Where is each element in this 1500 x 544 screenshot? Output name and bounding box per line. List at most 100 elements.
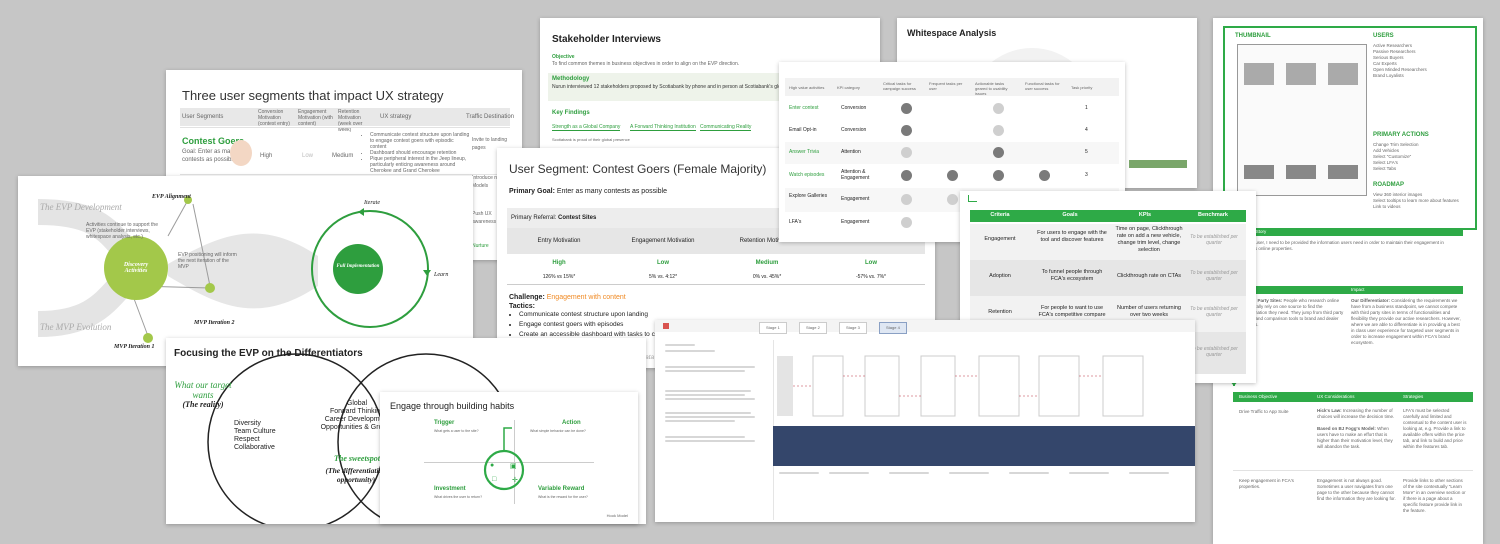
col-header: Conversion Motivation (contest entry) bbox=[258, 109, 290, 127]
strategy-list: Communicate contest structure upon landi… bbox=[362, 132, 470, 174]
third-party-text: Third Party Sites: People who research o… bbox=[1245, 298, 1345, 328]
col-header: Actionable tasks geared to usability iss… bbox=[975, 81, 1008, 96]
col-header: Entry Motivation bbox=[537, 238, 581, 244]
tab-stage: Stage 4 bbox=[879, 322, 907, 334]
activity-name: Explore Galleries bbox=[789, 193, 828, 199]
col-header: KPI category bbox=[837, 85, 860, 90]
challenge-label: Challenge: bbox=[509, 294, 545, 301]
users-label: USERS bbox=[1373, 33, 1394, 39]
priority-dot bbox=[947, 170, 958, 181]
hook-model-label: Hook Model bbox=[606, 513, 628, 518]
col-header: Goals bbox=[1030, 212, 1110, 218]
priority-dot bbox=[901, 147, 912, 158]
list-item: Engage contest goers with episodes bbox=[519, 320, 664, 330]
level-value: Low bbox=[657, 260, 669, 266]
note-activities: Activities continue to support the EVP (… bbox=[86, 222, 158, 240]
swimlane bbox=[773, 426, 1195, 466]
tab-stage: Stage 3 bbox=[839, 322, 867, 334]
col-header: Criteria bbox=[970, 212, 1030, 218]
ux-cell: Hick's Law: Increasing the number of cho… bbox=[1317, 408, 1397, 450]
objective-cell: Drive Traffic to App Suite bbox=[1239, 409, 1289, 414]
slide-journey-map: Stage 1 Stage 2 Stage 3 Stage 4 bbox=[655, 320, 1195, 522]
reality-label: (The reality) bbox=[182, 400, 224, 409]
legend-bar bbox=[1129, 160, 1187, 168]
priority-dot bbox=[901, 217, 912, 228]
table-row: Adoption To funnel people through FCA's … bbox=[970, 260, 1246, 296]
objective-text: To find common themes in business object… bbox=[552, 61, 740, 67]
left-item: Diversity bbox=[234, 420, 261, 427]
want-label: What our target wants bbox=[174, 380, 232, 400]
tab-stage: Stage 1 bbox=[759, 322, 787, 334]
puzzle-icon: ✛ bbox=[512, 477, 518, 484]
priority-dot bbox=[901, 194, 912, 205]
kpi-category: Conversion bbox=[841, 105, 867, 111]
priority-dot bbox=[993, 125, 1004, 136]
kpi-category: Attention bbox=[841, 149, 861, 155]
referral-value: Contest Sites bbox=[558, 215, 597, 221]
col-header: UX Considerations bbox=[1317, 392, 1355, 402]
kpi-cell: Time on page, Clickthrough rate on add a… bbox=[1115, 226, 1183, 253]
list-item: Communicate contest structure upon landi… bbox=[519, 310, 664, 320]
priority-dot bbox=[993, 147, 1004, 158]
conversion-value: High bbox=[260, 153, 273, 159]
left-item: Team Culture bbox=[234, 428, 276, 435]
priority-dot bbox=[993, 170, 1004, 181]
goal-cell: To funnel people through FCA's ecosystem bbox=[1041, 269, 1103, 282]
impact-label: Impact bbox=[1347, 286, 1365, 294]
priority-dot bbox=[901, 170, 912, 181]
brand-icon bbox=[663, 323, 669, 329]
left-item: Collaborative bbox=[234, 444, 275, 451]
kpi-cell: Clickthrough rate on CTAs bbox=[1116, 273, 1182, 279]
priority-dot bbox=[1039, 170, 1050, 181]
challenge-text: Engagement with content bbox=[546, 294, 626, 301]
col-header: Strategies bbox=[1403, 392, 1424, 402]
challenge: Challenge: Engagement with content bbox=[509, 294, 626, 301]
left-item: Respect bbox=[234, 436, 260, 443]
list-item: Pique peripheral interest in the Jeep li… bbox=[370, 156, 470, 174]
table-header: User Segments Conversion Motivation (con… bbox=[180, 108, 514, 133]
primary-goal: Primary Goal: Enter as many contests as … bbox=[509, 188, 667, 195]
primary-actions-label: PRIMARY ACTIONS bbox=[1373, 132, 1429, 138]
benchmark-cell: To be established per quarter bbox=[1190, 234, 1238, 246]
col-header: Engagement Motivation (with content) bbox=[298, 109, 333, 127]
col-header: Business Objective bbox=[1239, 392, 1278, 402]
full-implementation-circle bbox=[333, 244, 383, 294]
col-header: Frequent tasks per user bbox=[929, 81, 963, 91]
ux-title: Based on BJ Fogg's Model: bbox=[1317, 426, 1376, 431]
level-value: High bbox=[552, 260, 566, 266]
objective-cell: Keep engagement in FCA's properties. bbox=[1239, 478, 1294, 489]
finding-note: Scotiabank is proud of their global pres… bbox=[552, 137, 630, 142]
slide-title: Three user segments that impact UX strat… bbox=[182, 88, 444, 103]
level-value: Low bbox=[865, 260, 877, 266]
label-full-implementation: Full Implementation bbox=[336, 264, 380, 269]
task-priority: 1 bbox=[1085, 105, 1088, 111]
priority-dot bbox=[901, 125, 912, 136]
col-header: Critical tasks for campaign success bbox=[883, 81, 916, 91]
hook-loop bbox=[483, 427, 525, 491]
kpi-category: Attention & Engagement bbox=[841, 169, 870, 181]
thumbnail-mock bbox=[1237, 44, 1367, 196]
roadmap-label: ROADMAP bbox=[1373, 182, 1404, 188]
table-row: Engagement For users to engage with the … bbox=[970, 224, 1246, 260]
finding-item: A Forward Thinking Institution bbox=[630, 124, 696, 131]
task-priority: 4 bbox=[1085, 127, 1088, 133]
label-evp-dev: The EVP Development bbox=[40, 202, 122, 212]
table-row: Answer Trivia Attention 5 bbox=[785, 142, 1119, 164]
action-item: Select Tabs bbox=[1373, 166, 1397, 171]
kpi-category: Engagement bbox=[841, 196, 870, 202]
table-row: Email Opt-in Conversion 4 bbox=[785, 120, 1119, 142]
col-header: UX strategy bbox=[380, 114, 412, 120]
benchmark-cell: To be established per quarter bbox=[1190, 306, 1238, 318]
col-header: Retention Motivation (week over week) bbox=[338, 109, 363, 133]
col-header: KPIs bbox=[1110, 212, 1180, 218]
differentiator-text: Our Differentiator: Considering the requ… bbox=[1351, 298, 1461, 346]
engagement-value: Low bbox=[302, 153, 314, 159]
methodology-text: Nurun interviewed 12 stakeholders propos… bbox=[552, 84, 801, 90]
strategy-cell: LFA's must be selected carefully and lim… bbox=[1403, 408, 1467, 449]
label-mvp2: MVP Iteration 2 bbox=[194, 320, 235, 326]
lock-icon: □ bbox=[492, 476, 497, 483]
slide-building-habits: Engage through building habits Trigger W… bbox=[380, 392, 638, 524]
col-header: Benchmark bbox=[1180, 212, 1246, 218]
criteria-cell: Retention bbox=[988, 309, 1012, 315]
level-value: Medium bbox=[755, 260, 779, 266]
